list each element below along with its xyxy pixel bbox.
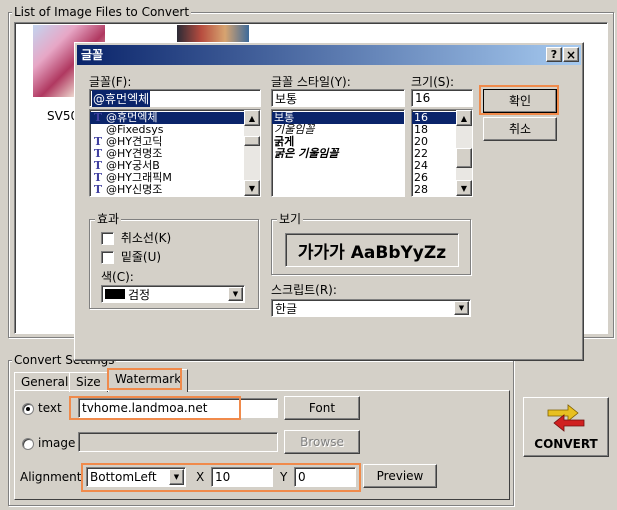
underline-checkbox-row[interactable]: 밑줄(U) bbox=[101, 250, 161, 264]
preview-title: 보기 bbox=[277, 212, 304, 226]
scroll-thumb[interactable] bbox=[456, 148, 472, 168]
image-option-label: image bbox=[38, 436, 76, 450]
alignment-label: Alignment bbox=[20, 470, 82, 484]
alignment-row-highlight bbox=[81, 463, 361, 492]
preview-button[interactable]: Preview bbox=[363, 464, 437, 488]
font-name-input[interactable]: @휴먼엑체 bbox=[89, 89, 261, 107]
size-list[interactable]: 16 18 20 22 24 26 28 ▲ ▼ bbox=[411, 109, 473, 197]
watermark-tab-highlight bbox=[107, 368, 182, 390]
image-radio[interactable] bbox=[22, 436, 34, 450]
scroll-down-icon[interactable]: ▼ bbox=[456, 180, 472, 196]
font-button-label: Font bbox=[308, 401, 336, 415]
size-input[interactable]: 16 bbox=[411, 89, 473, 107]
close-icon: × bbox=[565, 47, 577, 62]
font-name-value: @휴먼엑체 bbox=[92, 89, 151, 107]
style-input[interactable]: 보통 bbox=[271, 89, 405, 107]
convert-button-label: CONVERT bbox=[534, 437, 598, 451]
browse-button-label: Browse bbox=[300, 435, 344, 449]
text-radio[interactable] bbox=[22, 401, 34, 415]
chevron-down-icon[interactable]: ▼ bbox=[454, 301, 469, 315]
tab-size[interactable]: Size bbox=[69, 372, 108, 392]
size-label: 크기(S): bbox=[411, 75, 455, 89]
style-value: 보통 bbox=[275, 91, 298, 106]
preview-sample-box: 가가가 AaBbYyZz bbox=[285, 233, 459, 267]
dialog-close-button[interactable]: × bbox=[563, 47, 579, 62]
size-list-item[interactable]: 28 bbox=[412, 184, 456, 196]
browse-button[interactable]: Browse bbox=[284, 430, 360, 454]
style-list[interactable]: 보통 기울임꼴 굵게 굵은 기울임꼴 bbox=[271, 109, 405, 197]
font-button[interactable]: Font bbox=[284, 396, 360, 420]
style-list-item[interactable]: 굵은 기울임꼴 bbox=[272, 148, 404, 160]
text-input-highlight bbox=[69, 396, 241, 420]
script-select[interactable]: 한글 ▼ bbox=[271, 299, 471, 317]
text-radio-dot[interactable] bbox=[22, 402, 34, 415]
color-swatch bbox=[105, 289, 125, 299]
preview-sample-text: 가가가 AaBbYyZz bbox=[297, 242, 447, 263]
scroll-down-icon[interactable]: ▼ bbox=[244, 180, 260, 196]
strikeout-label: 취소선(K) bbox=[120, 231, 172, 245]
truetype-icon: T bbox=[93, 111, 103, 124]
dialog-title: 글꼴 bbox=[81, 48, 104, 62]
help-icon: ? bbox=[550, 47, 558, 61]
script-value: 한글 bbox=[275, 301, 298, 316]
text-option-label: text bbox=[38, 401, 62, 415]
image-list-title: List of Image Files to Convert bbox=[12, 5, 192, 19]
convert-arrows-icon bbox=[547, 404, 585, 432]
image-radio-dot[interactable] bbox=[22, 437, 34, 450]
scroll-up-icon[interactable]: ▲ bbox=[244, 110, 260, 126]
scroll-thumb[interactable] bbox=[244, 136, 260, 146]
chevron-down-icon[interactable]: ▼ bbox=[228, 287, 243, 301]
font-list[interactable]: T @휴먼엑체 @Fixedsys T @HY견고딕 T @HY견명조 T @HY궁서B… bbox=[89, 109, 261, 197]
effects-title: 효과 bbox=[95, 212, 122, 226]
underline-label: 밑줄(U) bbox=[120, 250, 162, 264]
font-list-scrollbar[interactable]: ▲ ▼ bbox=[244, 110, 260, 196]
help-button[interactable]: ? bbox=[546, 47, 562, 62]
cancel-button-label: 취소 bbox=[508, 122, 532, 136]
size-value: 16 bbox=[415, 91, 431, 105]
color-select[interactable]: 검정 ▼ bbox=[101, 285, 245, 303]
font-dialog: 글꼴 ? × 글꼴(F): @휴먼엑체 T @휴먼엑체 @Fixedsys T @H… bbox=[74, 42, 584, 361]
cancel-button[interactable]: 취소 bbox=[483, 117, 557, 141]
style-label: 글꼴 스타일(Y): bbox=[271, 75, 351, 89]
ok-button-highlight bbox=[479, 85, 559, 115]
truetype-icon: T bbox=[93, 183, 103, 196]
color-label: 색(C): bbox=[101, 270, 134, 284]
convert-button[interactable]: CONVERT bbox=[523, 397, 609, 457]
dialog-title-bar[interactable]: 글꼴 ? × bbox=[77, 45, 581, 65]
image-path-input[interactable] bbox=[78, 432, 278, 452]
script-label: 스크립트(R): bbox=[271, 283, 337, 297]
font-label: 글꼴(F): bbox=[89, 75, 132, 89]
tab-general[interactable]: General bbox=[14, 372, 76, 392]
scroll-up-icon[interactable]: ▲ bbox=[456, 110, 472, 126]
font-list-item[interactable]: T @HY신명조 bbox=[90, 184, 244, 196]
underline-checkbox[interactable] bbox=[101, 251, 114, 264]
strikeout-checkbox-row[interactable]: 취소선(K) bbox=[101, 231, 171, 245]
color-value: 검정 bbox=[128, 287, 151, 302]
size-list-scrollbar[interactable]: ▲ ▼ bbox=[456, 110, 472, 196]
preview-button-label: Preview bbox=[376, 469, 424, 483]
strikeout-checkbox[interactable] bbox=[101, 232, 114, 245]
